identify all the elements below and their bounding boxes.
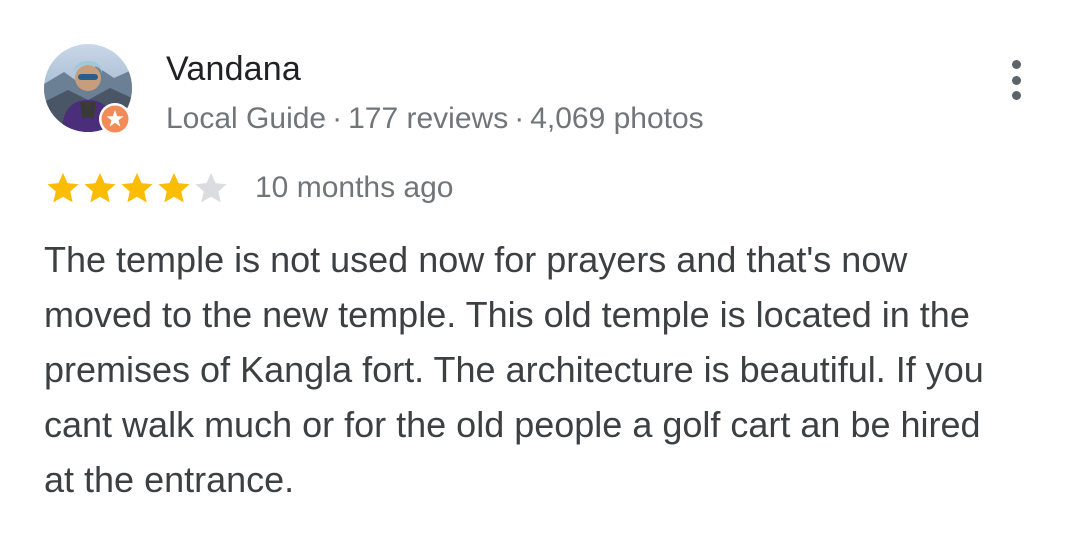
review-time: 10 months ago [255,171,454,204]
review-card: Vandana Local Guide · 177 reviews · 4,069 ph… [0,0,1080,547]
review-count: 177 reviews [348,102,509,135]
review-text: The temple is not used now for prayers a… [44,239,984,500]
meta-separator: · [514,102,525,135]
more-options-button[interactable] [996,58,1036,102]
reviewer-meta[interactable]: Local Guide · 177 reviews · 4,069 photos [166,102,704,136]
star-rating [44,169,229,207]
more-vert-icon [1011,75,1021,85]
star-filled-icon [84,172,116,203]
photo-count: 4,069 photos [530,102,704,135]
rating-row: 10 months ago [44,168,453,208]
star-filled-icon [47,172,79,203]
more-vert-icon [1011,60,1021,69]
reviewer-name[interactable]: Vandana [166,50,301,89]
local-guide-label: Local Guide [166,102,327,135]
star-filled-icon [121,172,153,203]
more-vert-icon [1011,91,1021,100]
star-empty-icon [195,172,227,203]
local-guide-badge-icon [99,103,131,135]
meta-separator: · [332,102,343,135]
star-filled-icon [158,172,190,203]
